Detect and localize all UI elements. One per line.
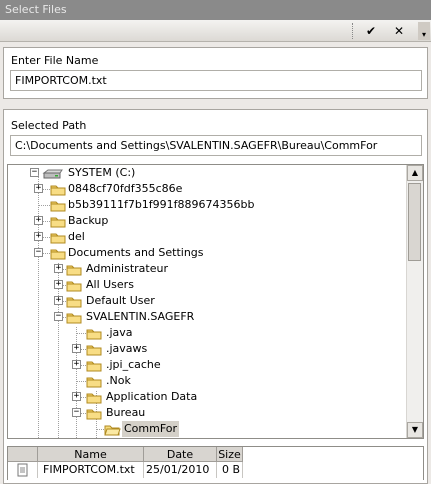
scroll-thumb[interactable] [408,183,421,261]
text-file-icon [8,462,38,478]
folder-icon [86,408,102,420]
folder-icon [66,296,82,308]
expand-icon[interactable]: + [54,296,63,305]
tree-item[interactable]: − Documents and Settings [8,245,408,261]
tree-item[interactable]: − SVALENTIN.SAGEFR [8,309,408,325]
folder-icon [66,312,82,324]
tree-item-label: CommFor [122,421,180,437]
tree-item[interactable]: + Backup [8,213,408,229]
selected-path-label: Selected Path [11,119,87,132]
collapse-icon[interactable]: − [54,312,63,321]
folder-icon [50,200,66,212]
collapse-icon[interactable]: − [72,408,81,417]
toolbar-grip[interactable] [352,23,356,39]
drive-icon [42,168,63,179]
tree-item-label: Documents and Settings [68,246,204,259]
column-header-name[interactable]: Name [38,447,144,462]
file-row-name[interactable]: FIMPORTCOM.txt [38,462,144,478]
tree-item[interactable]: + del [8,229,408,245]
tree-item-label: Administrateur [86,262,168,275]
open-folder-icon [104,424,121,436]
expand-icon[interactable]: + [34,184,43,193]
file-row-size: 0 B [217,462,243,478]
toolbar: ✔ ✕ ▾ [0,20,431,42]
tree-item-label: .java [106,326,133,339]
tree-item[interactable]: + Default User [8,293,408,309]
file-name-panel: Enter File Name FIMPORTCOM.txt [3,47,428,99]
expand-icon[interactable]: + [72,344,81,353]
scroll-up-icon[interactable]: ▲ [407,165,423,181]
folder-icon [50,184,66,196]
folder-icon [86,344,102,356]
collapse-icon[interactable]: − [34,248,43,257]
expand-icon[interactable]: + [72,360,81,369]
tree-item[interactable]: + All Users [8,277,408,293]
column-header-size[interactable]: Size [217,447,243,462]
file-name-label: Enter File Name [11,54,99,67]
toolbar-options-icon[interactable]: ▾ [418,22,430,40]
ok-button[interactable]: ✔ [360,22,382,40]
tree-item-label: Default User [86,294,155,307]
folder-icon [66,264,82,276]
tree-item-label: Backup [68,214,109,227]
tree-item[interactable]: + .javaws [8,341,408,357]
folder-icon [86,392,102,404]
file-list: Name Date Size FIMPORTCOM.txt 25/01/2010… [7,446,424,480]
expand-icon[interactable]: + [34,232,43,241]
tree-item-label: del [68,230,85,243]
expand-icon[interactable]: + [54,280,63,289]
column-header-date[interactable]: Date [144,447,217,462]
tree-item[interactable]: + .jpi_cache [8,357,408,373]
folder-icon [66,280,82,292]
folder-icon [50,216,66,228]
tree-item-label: SVALENTIN.SAGEFR [86,310,195,323]
window-title: Select Files [0,0,431,20]
tree-item-label: 0848cf70fdf355c86e [68,182,183,195]
tree-item-label: .jpi_cache [106,358,161,371]
folder-icon [86,328,102,340]
tree-item-label: .Nok [106,374,131,387]
expand-icon[interactable]: + [54,264,63,273]
tree-item[interactable]: b5b39111f7b1f991f889674356bb [8,197,408,213]
tree-item-label: Bureau [106,406,146,419]
folder-icon [50,248,66,260]
tree-item-label: b5b39111f7b1f991f889674356bb [68,198,255,211]
file-row-date: 25/01/2010 [144,462,217,478]
tree-item[interactable]: + Application Data [8,389,408,405]
tree-item-label: All Users [86,278,134,291]
folder-icon [86,376,102,388]
file-name-field[interactable]: FIMPORTCOM.txt [10,70,422,91]
tree-item[interactable]: − Bureau [8,405,408,421]
tree-item[interactable]: CommFor [8,421,408,437]
tree-vertical-scrollbar[interactable]: ▲ ▼ [406,165,423,438]
close-button[interactable]: ✕ [388,22,410,40]
tree-item-label: Application Data [106,390,198,403]
folder-icon [50,232,66,244]
tree-item[interactable]: + Administrateur [8,261,408,277]
tree-root-label: SYSTEM (C:) [68,166,136,179]
expand-icon[interactable]: + [72,392,81,401]
folder-icon [86,360,102,372]
tree-item[interactable]: .java [8,325,408,341]
expand-icon[interactable]: + [34,216,43,225]
tree-root[interactable]: − SYSTEM (C:) [8,165,408,181]
tree-item[interactable]: .Nok [8,373,408,389]
tree-item[interactable]: +0848cf70fdf355c86e [8,181,408,197]
folder-tree[interactable]: − SYSTEM (C:) +0848cf70fdf355c86e b5b39111f… [7,164,424,439]
tree-item-label: .javaws [106,342,148,355]
column-header-icon [8,447,38,462]
selected-path-field[interactable]: C:\Documents and Settings\SVALENTIN.SAGE… [10,135,422,156]
scroll-down-icon[interactable]: ▼ [407,422,423,438]
